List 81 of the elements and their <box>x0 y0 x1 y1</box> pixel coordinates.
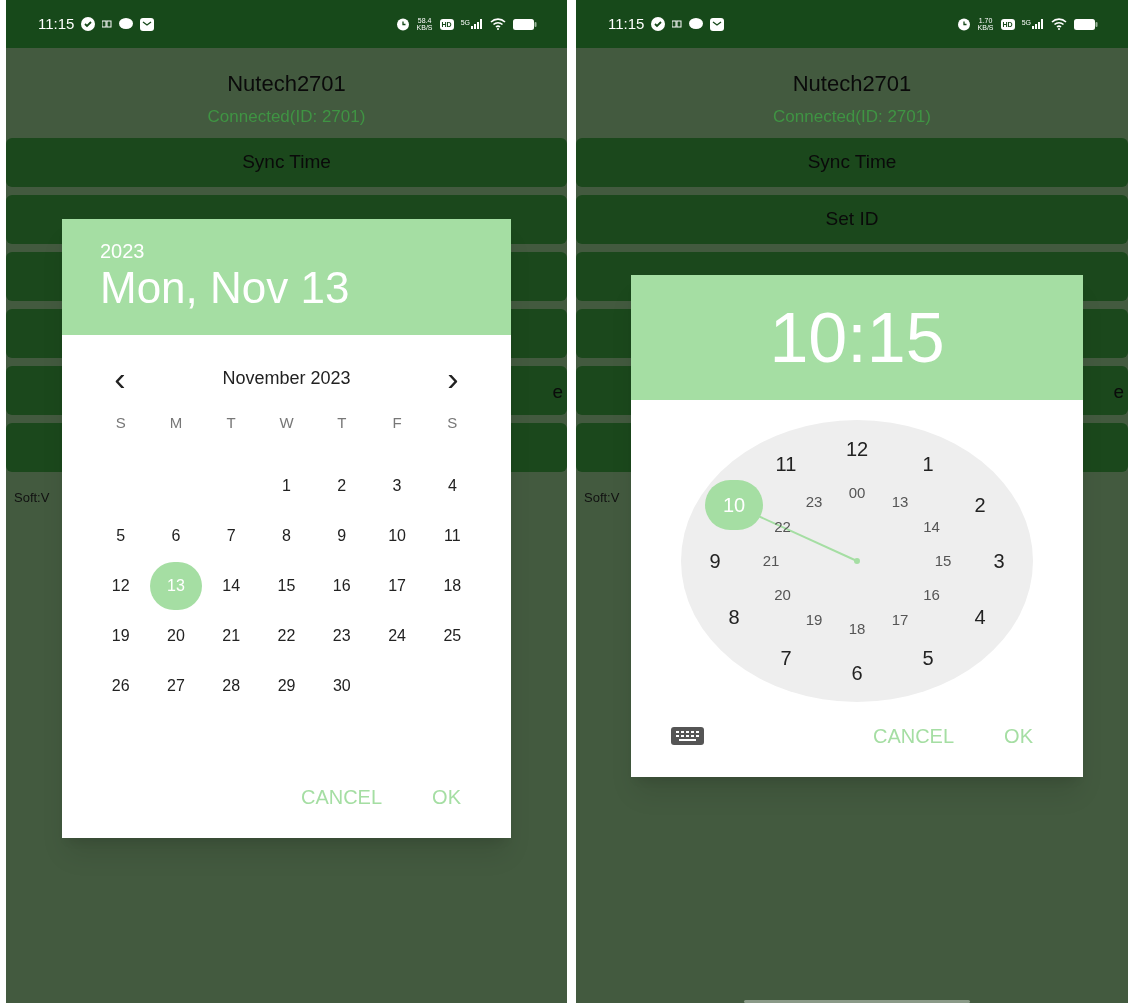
calendar-day[interactable]: 9 <box>315 512 368 560</box>
calendar-day[interactable]: 10 <box>371 512 424 560</box>
calendar-day[interactable]: 14 <box>205 562 258 610</box>
calendar-day[interactable]: 25 <box>426 612 479 660</box>
check-circle-icon <box>651 17 666 31</box>
wifi-icon <box>490 18 506 30</box>
hour-number[interactable]: 17 <box>885 608 915 631</box>
weekday-label: W <box>278 413 295 433</box>
connection-status: Connected(ID: 2701) <box>773 106 931 128</box>
button-label-fragment: e <box>552 380 563 404</box>
calendar-day[interactable]: 5 <box>94 512 147 560</box>
status-time: 11:15 <box>608 13 645 34</box>
calendar-day[interactable]: 24 <box>371 612 424 660</box>
calendar-day[interactable]: 7 <box>205 512 258 560</box>
calendar-day[interactable]: 28 <box>205 662 258 710</box>
hour-number[interactable]: 16 <box>916 584 947 606</box>
calendar-day[interactable]: 26 <box>94 662 147 710</box>
calendar-day[interactable]: 11 <box>426 512 479 560</box>
weekday-label: T <box>225 413 237 433</box>
alarm-clock-icon <box>956 17 971 31</box>
calendar-day[interactable]: 12 <box>94 562 147 610</box>
software-version: Soft:V <box>584 489 620 507</box>
calendar-day[interactable]: 17 <box>371 562 424 610</box>
button-label-fragment: e <box>1113 380 1124 404</box>
hour-number[interactable]: 00 <box>842 482 872 504</box>
weekday-label: S <box>114 413 127 433</box>
selected-date: Mon, Nov 13 <box>100 263 350 313</box>
calendar-day[interactable]: 19 <box>94 612 147 660</box>
weekday-label: M <box>168 413 184 433</box>
chat-bubble-icon <box>119 18 134 30</box>
hour-number[interactable]: 19 <box>799 608 829 631</box>
calendar-day[interactable]: 30 <box>315 662 368 710</box>
selected-year: 2023 <box>100 239 146 263</box>
hour-number[interactable]: 9 <box>686 536 744 586</box>
hour-number[interactable]: 22 <box>767 516 798 538</box>
weekday-label: S <box>446 413 459 433</box>
calendar-day[interactable]: 21 <box>205 612 258 660</box>
hour-number[interactable]: 6 <box>828 648 886 698</box>
hour-number[interactable]: 14 <box>916 516 947 538</box>
calendar-day[interactable]: 4 <box>426 462 479 510</box>
calendar-day[interactable]: 8 <box>260 512 313 560</box>
mail-icon <box>140 17 155 31</box>
calendar-day[interactable]: 1 <box>260 462 313 510</box>
hour-number[interactable]: 15 <box>928 550 958 572</box>
chat-bubble-icon <box>689 18 704 30</box>
hour-number[interactable]: 20 <box>767 584 798 606</box>
hour-number[interactable]: 21 <box>756 550 786 572</box>
alarm-clock-icon <box>395 17 410 31</box>
check-circle-icon <box>81 17 96 31</box>
wifi-icon <box>1051 18 1067 30</box>
device-title: Nutech2701 <box>227 70 346 98</box>
calendar-day[interactable]: 15 <box>260 562 313 610</box>
weekday-label: F <box>391 413 403 433</box>
hour-number[interactable]: 18 <box>842 618 872 640</box>
keyboard-icon[interactable] <box>671 727 704 745</box>
connection-status: Connected(ID: 2701) <box>207 106 366 128</box>
calendar-day[interactable]: 3 <box>371 462 424 510</box>
device-title: Nutech2701 <box>792 70 912 98</box>
calendar-day[interactable]: 23 <box>315 612 368 660</box>
status-time: 11:15 <box>38 13 75 34</box>
hour-number[interactable]: 3 <box>970 536 1028 586</box>
month-label: November 2023 <box>222 366 351 390</box>
calendar-day[interactable]: 20 <box>149 612 202 660</box>
calendar-day[interactable]: 29 <box>260 662 313 710</box>
calendar-day[interactable]: 22 <box>260 612 313 660</box>
software-version: Soft:V <box>14 489 50 507</box>
battery-icon <box>513 18 537 30</box>
previous-month-button[interactable]: ‹ <box>108 363 132 393</box>
mail-icon <box>710 17 725 31</box>
selected-time: 10:15 <box>769 297 945 378</box>
hour-number[interactable]: 12 <box>828 424 886 474</box>
hour-number[interactable]: 23 <box>799 491 829 514</box>
hour-number[interactable]: 13 <box>885 491 915 514</box>
calendar-day[interactable]: 16 <box>315 562 368 610</box>
calendar-day[interactable]: 6 <box>149 512 202 560</box>
battery-icon <box>1074 18 1098 30</box>
next-month-button[interactable]: › <box>441 363 465 393</box>
calendar-day[interactable]: 27 <box>149 662 202 710</box>
weekday-label: T <box>336 413 348 433</box>
calendar-day[interactable]: 18 <box>426 562 479 610</box>
calendar-day[interactable]: 2 <box>315 462 368 510</box>
